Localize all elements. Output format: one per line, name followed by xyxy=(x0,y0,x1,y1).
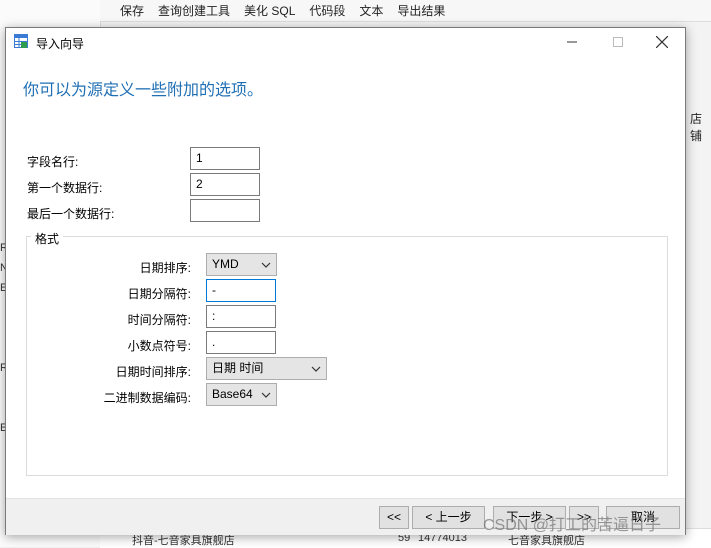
chevron-down-icon xyxy=(261,262,271,268)
bg-toolbar-export[interactable]: 导出结果 xyxy=(397,2,445,19)
table-icon xyxy=(14,34,28,48)
first-data-row-label: 第一个数据行: xyxy=(27,181,103,195)
datetime-order-select[interactable]: 日期 时间 xyxy=(206,357,327,380)
date-separator-input[interactable]: - xyxy=(206,279,276,302)
field-name-row-input[interactable]: 1 xyxy=(190,147,260,170)
binary-encoding-select[interactable]: Base64 xyxy=(206,383,277,406)
chevron-down-icon xyxy=(311,366,321,372)
previous-button[interactable]: < 上一步 xyxy=(412,506,485,529)
close-icon xyxy=(656,36,668,48)
datetime-order-label: 日期时间排序: xyxy=(115,365,191,379)
bg-toolbar-beautify-sql[interactable]: 美化 SQL xyxy=(244,2,295,19)
dialog-title: 导入向导 xyxy=(36,37,85,51)
field-name-row-label: 字段名行: xyxy=(27,155,79,169)
bg-toolbar-snippets[interactable]: 代码段 xyxy=(309,2,345,19)
minimize-icon xyxy=(567,41,577,43)
last-data-row-input[interactable] xyxy=(190,199,260,222)
close-button[interactable] xyxy=(639,28,685,56)
dialog-heading: 你可以为源定义一些附加的选项。 xyxy=(23,82,264,99)
binary-encoding-label: 二进制数据编码: xyxy=(103,391,191,405)
date-order-value: YMD xyxy=(212,257,239,271)
maximize-icon xyxy=(613,37,623,47)
date-order-select[interactable]: YMD xyxy=(206,253,277,276)
dialog-titlebar[interactable]: 导入向导 xyxy=(6,28,685,56)
date-separator-label: 日期分隔符: xyxy=(127,287,191,301)
maximize-button xyxy=(595,28,641,56)
time-separator-input[interactable]: : xyxy=(206,305,276,328)
first-step-button[interactable]: << xyxy=(379,506,409,529)
bg-toolbar-query-builder[interactable]: 查询创建工具 xyxy=(158,2,230,19)
bg-toolbar-save[interactable]: 保存 xyxy=(120,2,144,19)
binary-encoding-value: Base64 xyxy=(212,387,253,401)
time-separator-label: 时间分隔符: xyxy=(127,313,191,327)
bg-toolbar-text[interactable]: 文本 xyxy=(359,2,383,19)
datetime-order-value: 日期 时间 xyxy=(212,361,264,375)
date-order-label: 日期排序: xyxy=(139,261,191,275)
last-data-row-label: 最后一个数据行: xyxy=(27,207,115,221)
watermark: CSDN @打工的苦逼日子 xyxy=(483,517,662,534)
first-data-row-input[interactable]: 2 xyxy=(190,173,260,196)
import-wizard-dialog: 导入向导 你可以为源定义一些附加的选项。 字段名行: 1 第一个数据行: 2 最… xyxy=(5,27,686,535)
bg-right-text: 店铺 xyxy=(690,112,703,143)
minimize-button[interactable] xyxy=(549,28,595,56)
decimal-symbol-label: 小数点符号: xyxy=(127,339,191,353)
chevron-down-icon xyxy=(261,392,271,398)
decimal-symbol-input[interactable]: . xyxy=(206,331,276,354)
background-toolbar: 保存 查询创建工具 美化 SQL 代码段 文本 导出结果 xyxy=(100,0,711,22)
format-group-title: 格式 xyxy=(31,230,64,247)
